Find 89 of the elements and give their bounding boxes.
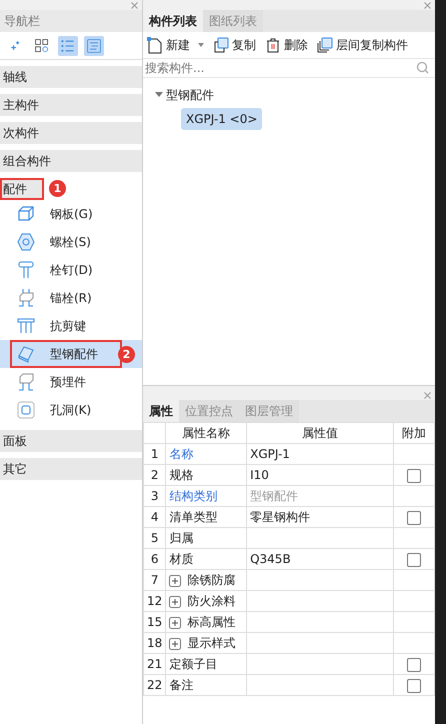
expand-icon[interactable] [169, 638, 182, 650]
row-number: 22 [144, 674, 166, 696]
steel-part-icon [16, 344, 36, 364]
property-name: 显示样式 [187, 636, 236, 650]
view-toggle-button[interactable] [58, 36, 78, 56]
property-name: 名称 [166, 444, 247, 464]
grid-icon [34, 38, 50, 54]
detail-list-icon [86, 38, 102, 54]
trash-icon [264, 36, 281, 54]
category-item[interactable]: 型钢配件 [12, 342, 120, 366]
toolbar-button[interactable]: 删除 [264, 36, 308, 54]
category-item[interactable]: 锚栓(R) [16, 286, 96, 310]
search-icon [415, 61, 431, 75]
property-name: 备注 [166, 674, 247, 696]
search-field[interactable]: 搜索构件... [143, 58, 435, 78]
row-number: 6 [144, 548, 166, 570]
shear-key-icon [16, 316, 36, 336]
category-header[interactable]: 组合构件 [0, 150, 142, 172]
category-item[interactable]: 螺栓(S) [16, 230, 95, 254]
property-name: 除锈防腐 [187, 573, 236, 587]
row-number: 7 [144, 570, 166, 590]
new-file-icon [146, 36, 163, 54]
row-number: 1 [144, 444, 166, 464]
tree-node[interactable]: 型钢配件 [166, 86, 214, 104]
property-name: 规格 [166, 464, 247, 486]
property-name: 清单类型 [166, 506, 247, 528]
category-item[interactable]: 钢板(G) [16, 202, 97, 226]
hole-icon [16, 400, 36, 420]
checkbox[interactable] [407, 552, 422, 567]
property-name: 材质 [166, 548, 247, 570]
category-item[interactable]: 栓钉(D) [16, 258, 97, 282]
close-icon[interactable] [424, 392, 431, 398]
panel-tab[interactable]: 属性 [143, 400, 179, 422]
row-number: 21 [144, 654, 166, 674]
anchor-bolt-icon [16, 288, 36, 308]
expanded-caret-icon[interactable] [155, 92, 163, 98]
expand-icon[interactable] [169, 616, 182, 629]
category-header[interactable]: 面板 [0, 430, 142, 452]
row-number: 4 [144, 506, 166, 528]
row-number: 2 [144, 464, 166, 486]
caret-icon[interactable] [198, 43, 204, 47]
view-toggle-button[interactable] [84, 36, 104, 56]
category-item[interactable]: 预埋件 [16, 370, 90, 394]
list-icon [60, 38, 76, 54]
hex-nut-icon [16, 232, 36, 252]
checkbox[interactable] [407, 658, 422, 672]
copy-icon [212, 36, 229, 54]
property-name: 结构类别 [166, 486, 247, 506]
property-name: 标高属性 [187, 615, 236, 629]
column-header: 属性值 [246, 422, 394, 444]
category-header[interactable]: 轴线 [0, 66, 142, 88]
property-name: 归属 [166, 528, 247, 548]
toolbar-button[interactable]: 层间复制构件 [316, 36, 408, 54]
expand-icon[interactable] [169, 596, 182, 608]
row-number: 3 [144, 486, 166, 506]
close-icon[interactable] [424, 2, 431, 8]
category-header[interactable]: 主构件 [0, 94, 142, 116]
checkbox[interactable] [407, 468, 422, 483]
column-header: 属性名称 [166, 422, 247, 444]
panel-tab[interactable]: 构件列表 [143, 10, 203, 32]
callout-badge: 1 [49, 180, 66, 197]
property-name: 定额子目 [166, 654, 247, 674]
property-value[interactable]: I10 [246, 464, 394, 486]
expand-icon[interactable] [169, 574, 182, 587]
checkbox[interactable] [407, 510, 422, 525]
tree-item[interactable]: XGPJ-1 <0> [181, 108, 262, 130]
category-header[interactable]: 其它 [0, 458, 142, 480]
close-icon[interactable] [131, 2, 138, 8]
callout-badge: 2 [118, 346, 135, 363]
checkbox[interactable] [407, 678, 422, 693]
category-item[interactable]: 孔洞(K) [16, 398, 96, 422]
column-header: 附加 [394, 422, 434, 444]
category-header[interactable]: 配件 [0, 178, 44, 200]
row-number: 12 [144, 590, 166, 612]
property-value[interactable]: XGPJ-1 [246, 444, 394, 464]
property-name: 防火涂料 [187, 594, 236, 608]
toolbar-button[interactable]: 新建 [146, 36, 190, 54]
panel-title: 导航栏 [0, 10, 142, 32]
row-number: 15 [144, 612, 166, 632]
property-value[interactable]: Q345B [246, 548, 394, 570]
category-item[interactable]: 抗剪键 [16, 314, 90, 338]
category-header[interactable]: 次构件 [0, 122, 142, 144]
embedded-part-icon [16, 372, 36, 392]
stud-icon [16, 260, 36, 280]
row-number: 5 [144, 528, 166, 548]
property-value[interactable]: 零星钢构件 [246, 506, 394, 528]
copy-layers-icon [316, 36, 333, 54]
toolbar-button[interactable]: 复制 [212, 36, 256, 54]
row-number: 18 [144, 632, 166, 654]
